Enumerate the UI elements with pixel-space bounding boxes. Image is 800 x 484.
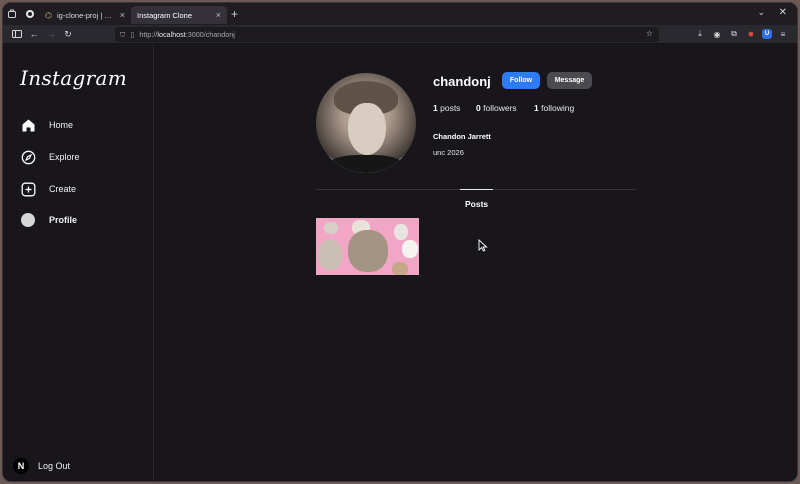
sidebar-item-label: Home bbox=[49, 120, 74, 130]
compass-icon bbox=[20, 149, 36, 165]
following-count-label: following bbox=[541, 103, 575, 113]
download-icon[interactable]: ⤓ bbox=[694, 27, 706, 41]
tab-label: ig-clone-proj | Chandon bbox=[56, 10, 115, 20]
sidebar-item-home[interactable]: Home bbox=[20, 117, 73, 133]
posts-count: 1 posts bbox=[433, 103, 460, 113]
github-icon[interactable] bbox=[21, 5, 39, 23]
instagram-logo[interactable]: Instagram bbox=[20, 66, 127, 90]
bookmark-star-icon[interactable]: ☆ bbox=[646, 29, 653, 38]
tab-close-icon[interactable]: × bbox=[216, 10, 221, 20]
github-favicon-icon: ⌬ bbox=[45, 10, 52, 20]
following-count-value: 1 bbox=[534, 103, 539, 113]
profile-picture[interactable] bbox=[316, 73, 416, 173]
tab-label: Instagram Clone bbox=[137, 10, 193, 20]
url-host: localhost bbox=[157, 30, 186, 39]
sidebar-item-profile[interactable]: Profile bbox=[20, 212, 77, 228]
close-window-icon[interactable]: ✕ bbox=[779, 7, 787, 18]
url-path: :3000/chandonj bbox=[185, 30, 235, 39]
logout-label: Log Out bbox=[38, 461, 71, 471]
window-menu-icon[interactable] bbox=[3, 5, 21, 23]
url-text[interactable]: http://localhost:3000/chandonj bbox=[139, 30, 235, 39]
sidebar-item-create[interactable]: Create bbox=[20, 181, 76, 197]
posts-tab-indicator bbox=[460, 189, 493, 190]
address-bar[interactable]: ⛉ ▯ http://localhost:3000/chandonj ☆ bbox=[115, 27, 659, 42]
profile-bio: unc 2026 bbox=[433, 148, 464, 157]
sidebar: Instagram Home Explore Create Profile N … bbox=[3, 44, 154, 481]
navigation-bar: ← → ↻ ⛉ ▯ http://localhost:3000/chandonj… bbox=[3, 25, 797, 44]
url-prefix: http:// bbox=[139, 30, 158, 39]
sidebar-item-label: Profile bbox=[49, 215, 78, 225]
toolbar-icons: ⤓ ◉ ⧉ ✸ U ≡ bbox=[694, 27, 789, 41]
chevron-down-icon[interactable]: ⌄ bbox=[757, 7, 765, 18]
message-button[interactable]: Message bbox=[547, 72, 592, 89]
logout-button[interactable]: N Log Out bbox=[13, 458, 70, 474]
posts-count-label: posts bbox=[440, 103, 461, 113]
follow-button[interactable]: Follow bbox=[502, 72, 540, 89]
followers-count-label: followers bbox=[483, 103, 517, 113]
instagram-page: Instagram Home Explore Create Profile N … bbox=[3, 44, 797, 481]
page-info-icon[interactable]: ▯ bbox=[130, 30, 134, 39]
profile-username: chandonj bbox=[433, 74, 491, 89]
sidebar-toggle-icon[interactable] bbox=[9, 26, 25, 42]
followers-count-value: 0 bbox=[476, 103, 481, 113]
sidebar-item-label: Explore bbox=[49, 152, 80, 162]
post-thumbnail[interactable] bbox=[316, 218, 419, 275]
following-count[interactable]: 1 following bbox=[534, 103, 574, 113]
tab-ig-clone-proj[interactable]: ⌬ ig-clone-proj | Chandon × bbox=[39, 6, 131, 24]
sidebar-item-label: Create bbox=[49, 184, 77, 194]
home-icon bbox=[20, 117, 36, 133]
reload-icon[interactable]: ↻ bbox=[60, 26, 76, 42]
mouse-cursor-icon bbox=[478, 238, 488, 255]
next-badge-icon: N bbox=[13, 458, 29, 474]
browser-window: ⌬ ig-clone-proj | Chandon × Instagram Cl… bbox=[2, 2, 798, 482]
new-tab-icon[interactable]: + bbox=[231, 7, 238, 21]
posts-count-value: 1 bbox=[433, 103, 438, 113]
menu-icon[interactable]: ≡ bbox=[777, 27, 789, 41]
extension-red-icon[interactable]: ✸ bbox=[745, 27, 757, 41]
account-icon[interactable]: ◉ bbox=[711, 27, 723, 41]
tab-strip: ⌬ ig-clone-proj | Chandon × Instagram Cl… bbox=[3, 3, 797, 25]
sidebar-item-explore[interactable]: Explore bbox=[20, 149, 80, 165]
avatar-icon bbox=[20, 212, 36, 228]
back-arrow-icon[interactable]: ← bbox=[26, 26, 42, 42]
forward-arrow-icon[interactable]: → bbox=[43, 26, 59, 42]
tab-instagram-clone[interactable]: Instagram Clone × bbox=[131, 6, 227, 24]
bitwarden-icon[interactable]: U bbox=[762, 29, 772, 39]
tab-close-icon[interactable]: × bbox=[120, 10, 125, 20]
followers-count[interactable]: 0 followers bbox=[476, 103, 517, 113]
tab-posts[interactable]: Posts bbox=[465, 199, 488, 209]
profile-full-name: Chandon Jarrett bbox=[433, 132, 491, 141]
extensions-icon[interactable]: ⧉ bbox=[728, 27, 740, 41]
shield-icon[interactable]: ⛉ bbox=[120, 30, 125, 40]
plus-square-icon bbox=[20, 181, 36, 197]
